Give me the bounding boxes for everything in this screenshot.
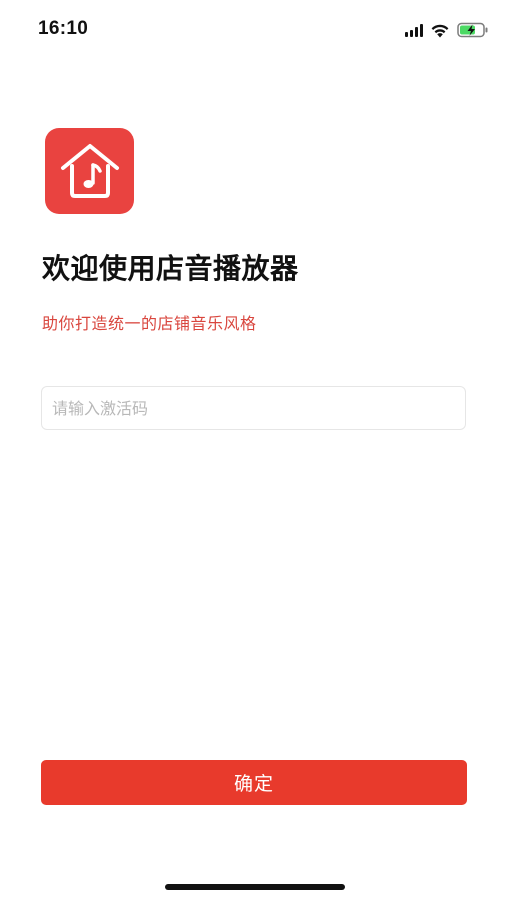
battery-charging-icon [457, 22, 488, 38]
welcome-title: 欢迎使用店音播放器 [42, 252, 299, 285]
house-music-note-icon [60, 144, 119, 198]
wifi-icon [431, 24, 449, 37]
welcome-subtitle: 助你打造统一的店铺音乐风格 [42, 314, 257, 333]
app-logo [45, 128, 134, 214]
home-indicator[interactable] [165, 884, 345, 890]
activation-code-input[interactable] [41, 386, 466, 430]
signal-icon [405, 23, 423, 37]
status-icons [405, 20, 489, 40]
status-bar: 16:10 [0, 0, 507, 60]
confirm-button[interactable]: 确定 [41, 760, 467, 805]
status-time: 16:10 [38, 18, 89, 39]
